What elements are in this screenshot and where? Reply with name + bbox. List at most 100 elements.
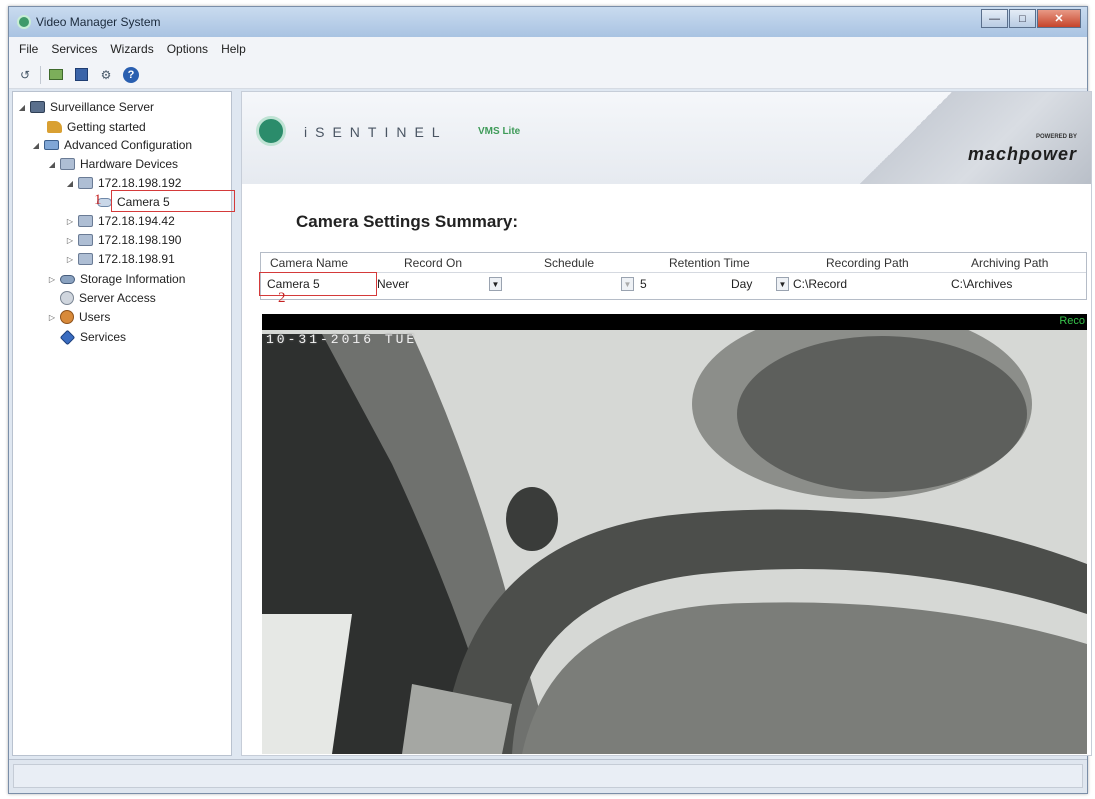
minimize-button[interactable]: — xyxy=(981,9,1008,28)
storage-icon xyxy=(60,274,75,284)
expand-arrow-icon[interactable]: ◢ xyxy=(31,141,41,150)
edition-label: VMS Lite xyxy=(478,126,521,137)
close-button[interactable]: ✕ xyxy=(1037,9,1081,28)
menu-wizards[interactable]: Wizards xyxy=(110,42,153,56)
highlight-box-step-1 xyxy=(111,190,235,212)
menu-file[interactable]: File xyxy=(19,42,38,56)
video-timestamp: 10-31-2016 TUE xyxy=(266,332,418,347)
table-header: Camera Name Record On Schedule Retention… xyxy=(261,253,1086,273)
getting-started-icon xyxy=(47,121,62,133)
tree-item-hardware-devices[interactable]: ◢ Hardware Devices xyxy=(47,155,178,173)
tree-item-services[interactable]: Services xyxy=(59,328,127,346)
retention-unit-dropdown-icon[interactable]: ▼ xyxy=(776,277,789,291)
recording-path-field[interactable]: C:\Record xyxy=(793,277,847,291)
tree-label: Advanced Configuration xyxy=(64,138,193,152)
tree-label: Services xyxy=(80,330,127,344)
retention-value-field[interactable]: 5 xyxy=(640,277,647,291)
tree-label: 172.18.194.42 xyxy=(98,214,175,228)
annotation-step-1: 1 xyxy=(94,192,102,208)
tree-item-surveillance-server[interactable]: ◢ Surveillance Server xyxy=(17,98,154,116)
tree-item-device[interactable]: ▷ 172.18.194.42 xyxy=(65,212,175,230)
retention-unit-value: Day xyxy=(731,277,753,291)
expand-arrow-icon[interactable]: ▷ xyxy=(47,313,57,322)
camera-video-feed: Reco 10-31-2016 TUE xyxy=(262,314,1087,754)
page-title: Camera Settings Summary: xyxy=(296,212,519,231)
product-banner: iSENTINEL VMS Lite POWERED BY machpower xyxy=(242,92,1091,184)
camera-name-field[interactable]: Camera 5 xyxy=(267,277,320,291)
isentinel-logo-icon xyxy=(256,116,286,146)
toolbar: ↺ ⚙ ? xyxy=(9,61,1087,89)
tree-item-getting-started[interactable]: Getting started xyxy=(47,118,146,136)
refresh-icon[interactable]: ↺ xyxy=(15,65,35,85)
expand-arrow-icon[interactable]: ▷ xyxy=(47,275,57,284)
table-row: Camera 5 Never ▼ ▼ 5 Day ▼ C:\Record C:\… xyxy=(259,272,1086,296)
camera-settings-table: Camera Name Record On Schedule Retention… xyxy=(259,252,1087,300)
menu-help[interactable]: Help xyxy=(221,42,246,56)
server-access-icon xyxy=(60,291,74,305)
column-header: Record On xyxy=(404,256,463,270)
users-icon xyxy=(60,310,74,324)
menu-services[interactable]: Services xyxy=(51,42,97,56)
tree-item-users[interactable]: ▷ Users xyxy=(47,308,110,326)
menu-options[interactable]: Options xyxy=(167,42,208,56)
server-icon xyxy=(30,101,45,113)
tree-item-advanced-configuration[interactable]: ◢ Advanced Configuration xyxy=(31,136,192,154)
main-content: iSENTINEL VMS Lite POWERED BY machpower … xyxy=(241,91,1092,756)
title-bar: Video Manager System — □ ✕ xyxy=(9,7,1087,37)
settings-icon[interactable]: ⚙ xyxy=(96,65,116,85)
status-bar xyxy=(9,759,1087,793)
tree-label: Getting started xyxy=(67,120,146,134)
expand-arrow-icon[interactable]: ◢ xyxy=(65,179,75,188)
window-title: Video Manager System xyxy=(36,15,161,29)
column-header: Retention Time xyxy=(669,256,750,270)
annotation-step-2: 2 xyxy=(278,290,286,306)
tree-label: Storage Information xyxy=(80,272,186,286)
brand-name: iSENTINEL xyxy=(304,124,448,140)
device-icon xyxy=(78,177,93,189)
schedule-dropdown-icon[interactable]: ▼ xyxy=(621,277,634,291)
tree-label: Hardware Devices xyxy=(80,157,179,171)
column-header: Archiving Path xyxy=(971,256,1049,270)
record-on-value: Never xyxy=(377,277,410,291)
tree-item-device[interactable]: ▷ 172.18.198.91 xyxy=(65,250,175,268)
expand-arrow-icon[interactable]: ▷ xyxy=(65,236,75,245)
folder-icon[interactable] xyxy=(46,65,66,85)
app-window: Video Manager System — □ ✕ File Services… xyxy=(8,6,1092,794)
help-icon: ? xyxy=(123,66,139,83)
expand-arrow-icon[interactable]: ▷ xyxy=(65,217,75,226)
video-status-bar: Reco xyxy=(262,314,1087,330)
column-header: Recording Path xyxy=(826,256,909,270)
window-controls: — □ ✕ xyxy=(980,9,1081,28)
tree-label: Surveillance Server xyxy=(50,100,155,114)
record-on-dropdown-icon[interactable]: ▼ xyxy=(489,277,502,291)
powered-by-label: POWERED BY xyxy=(1035,134,1077,140)
tree-label: 172.18.198.91 xyxy=(98,252,175,266)
save-icon[interactable] xyxy=(71,65,91,85)
services-icon xyxy=(59,329,76,345)
device-icon xyxy=(78,253,93,265)
tree-item-server-access[interactable]: Server Access xyxy=(60,289,156,307)
column-header: Schedule xyxy=(544,256,595,270)
expand-arrow-icon[interactable]: ◢ xyxy=(47,160,57,169)
tree-label: 172.18.198.190 xyxy=(98,233,182,247)
help-button[interactable]: ? xyxy=(121,65,141,85)
tree-item-device[interactable]: ▷ 172.18.198.190 xyxy=(65,231,182,249)
tree-item-storage-information[interactable]: ▷ Storage Information xyxy=(47,270,185,288)
recording-indicator: Reco xyxy=(1059,315,1085,327)
hardware-devices-icon xyxy=(60,158,75,170)
tree-label: Server Access xyxy=(79,291,156,305)
device-icon xyxy=(78,215,93,227)
tree-label: Users xyxy=(79,310,111,324)
tree-label: 172.18.198.192 xyxy=(98,176,182,190)
maximize-button[interactable]: □ xyxy=(1009,9,1036,28)
status-panel xyxy=(13,764,1083,788)
expand-arrow-icon[interactable]: ◢ xyxy=(17,103,27,112)
menu-bar: File Services Wizards Options Help xyxy=(9,37,1087,61)
app-logo-icon xyxy=(17,15,31,29)
laptop-icon xyxy=(44,140,59,150)
partner-logo: machpower xyxy=(967,144,1077,164)
device-icon xyxy=(78,234,93,246)
archiving-path-field[interactable]: C:\Archives xyxy=(951,277,1012,291)
expand-arrow-icon[interactable]: ▷ xyxy=(65,255,75,264)
column-header: Camera Name xyxy=(270,256,349,270)
